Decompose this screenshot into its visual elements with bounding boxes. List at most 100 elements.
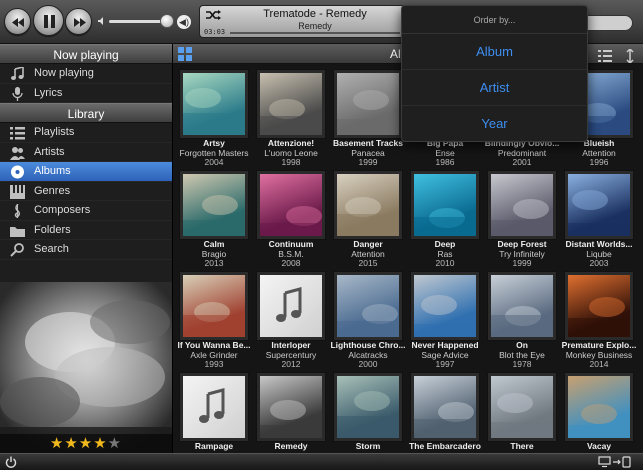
album-cover	[260, 73, 322, 135]
album-year: 2012	[281, 359, 301, 369]
order-by-artist-option[interactable]: Artist	[402, 70, 587, 106]
pause-button[interactable]	[33, 5, 64, 36]
star-icon[interactable]: ★	[93, 435, 107, 452]
star-icon[interactable]: ★	[108, 435, 122, 452]
album-tile[interactable]: Deep Ras 2010	[409, 169, 481, 269]
sidebar-item-folders[interactable]: Folders	[0, 221, 172, 240]
disc-icon	[11, 165, 24, 179]
album-cover-image	[568, 190, 630, 236]
album-title: Basement Tracks	[333, 138, 403, 148]
sidebar-item-label: Folders	[34, 223, 71, 236]
album-tile[interactable]: Premature Explo... Monkey Business 2014	[562, 270, 636, 370]
album-tile[interactable]: Never Happened Sage Advice 1997	[409, 270, 481, 370]
power-icon[interactable]	[5, 456, 17, 468]
people-icon	[10, 146, 25, 160]
album-year: 2004	[204, 157, 224, 167]
album-tile[interactable]: Lighthouse Chro... Alcatracks 2000	[330, 270, 406, 370]
album-cover	[183, 174, 245, 236]
order-by-album-option[interactable]: Album	[402, 34, 587, 70]
sidebar-item-albums[interactable]: Albums	[0, 162, 172, 182]
album-title: Lighthouse Chro...	[330, 340, 406, 350]
clef-icon	[14, 204, 21, 218]
sidebar-item-playlists[interactable]: Playlists	[0, 123, 172, 143]
album-tile[interactable]: Distant Worlds... Liqube 2003	[563, 169, 635, 269]
album-year: 1998	[281, 157, 301, 167]
album-title: Rampage	[194, 441, 234, 451]
album-cover-image	[260, 206, 322, 236]
list-view-icon[interactable]	[598, 49, 612, 63]
next-button[interactable]	[65, 8, 92, 35]
rewind-icon	[12, 18, 24, 27]
current-album-art[interactable]	[0, 282, 172, 453]
album-cover	[337, 174, 399, 236]
volume-high-icon: ◀)	[177, 15, 191, 29]
album-title: Distant Worlds...	[565, 239, 633, 249]
storm-cloud-image	[0, 282, 172, 453]
microphone-icon	[12, 86, 23, 101]
album-title: If You Wanna Be...	[177, 340, 251, 350]
previous-button[interactable]	[4, 8, 31, 35]
search-icon	[10, 243, 24, 257]
album-tile[interactable]: Artsy Forgotten Masters 2004	[178, 68, 250, 168]
sidebar-item-label: Genres	[34, 184, 71, 197]
album-cover	[414, 174, 476, 236]
album-title: Never Happened	[411, 340, 479, 350]
star-icon[interactable]: ★	[50, 435, 64, 452]
album-year: 2015	[358, 258, 378, 268]
sidebar-item-composers[interactable]: Composers	[0, 201, 172, 221]
folder-icon	[10, 226, 25, 237]
album-tile[interactable]: On Blot the Eye 1978	[486, 270, 558, 370]
star-icon[interactable]: ★	[64, 435, 78, 452]
order-by-title: Order by...	[402, 6, 587, 34]
album-cover-image	[337, 304, 399, 337]
album-title: Storm	[355, 441, 381, 451]
shuffle-icon[interactable]	[205, 9, 221, 21]
sidebar-item-label: Now playing	[34, 67, 94, 79]
album-tile[interactable]: Deep Forest Try Infinitely 1999	[486, 169, 558, 269]
album-title: Vacay	[586, 441, 612, 451]
album-tile[interactable]: Danger Attention 2015	[332, 169, 404, 269]
album-year: 2010	[435, 258, 455, 268]
rating-stars[interactable]: ★★★★★	[0, 434, 172, 453]
album-cover-image	[183, 195, 245, 236]
album-cover	[491, 275, 553, 337]
list-icon	[10, 127, 25, 140]
sidebar-item-label: Search	[34, 243, 69, 255]
sidebar-item-genres[interactable]: Genres	[0, 182, 172, 201]
album-tile[interactable]: Calm Bragio 2013	[178, 169, 250, 269]
album-cover-image	[491, 199, 553, 236]
playback-progress[interactable]	[230, 32, 400, 34]
album-title: Deep Forest	[497, 239, 547, 249]
fast-forward-icon	[74, 18, 86, 27]
album-tile[interactable]: Basement Tracks Panacea 1999	[332, 68, 404, 168]
sidebar-item-artists[interactable]: Artists	[0, 143, 172, 162]
sidebar-item-lyrics[interactable]: Lyrics	[0, 84, 172, 103]
volume-slider[interactable]	[109, 20, 167, 23]
grid-view-icon[interactable]	[178, 47, 192, 61]
album-title: The Embarcadero	[409, 441, 481, 451]
bottom-bar	[0, 453, 643, 470]
airplay-devices-icon[interactable]	[598, 456, 634, 468]
album-cover-image	[183, 302, 245, 337]
album-tile[interactable]: If You Wanna Be... Axle Grinder 1993	[177, 270, 251, 370]
sort-icon[interactable]	[623, 49, 637, 63]
album-title: There	[510, 441, 534, 451]
album-cover-image	[568, 404, 630, 438]
album-cover	[337, 376, 399, 438]
album-cover	[337, 73, 399, 135]
album-tile[interactable]: Attenzione! L'uomo Leone 1998	[255, 68, 327, 168]
sidebar-item-label: Albums	[34, 165, 71, 177]
library-section-header: Library	[0, 103, 172, 123]
star-icon[interactable]: ★	[79, 435, 93, 452]
music-note-icon	[11, 67, 24, 80]
order-by-year-option[interactable]: Year	[402, 106, 587, 142]
sidebar-item-search[interactable]: Search	[0, 240, 172, 260]
album-cover-image	[183, 88, 245, 135]
album-tile[interactable]: Interloper Supercentury 2012	[255, 270, 327, 370]
volume-slider-knob[interactable]	[160, 14, 174, 28]
album-tile[interactable]: Continuum B.S.M. 2008	[255, 169, 327, 269]
now-playing-display: Trematode - Remedy Remedy 03:03	[199, 5, 405, 38]
song-title: Trematode - Remedy	[263, 8, 367, 20]
album-title: Premature Explo...	[561, 340, 637, 350]
sidebar-item-now-playing[interactable]: Now playing	[0, 64, 172, 84]
